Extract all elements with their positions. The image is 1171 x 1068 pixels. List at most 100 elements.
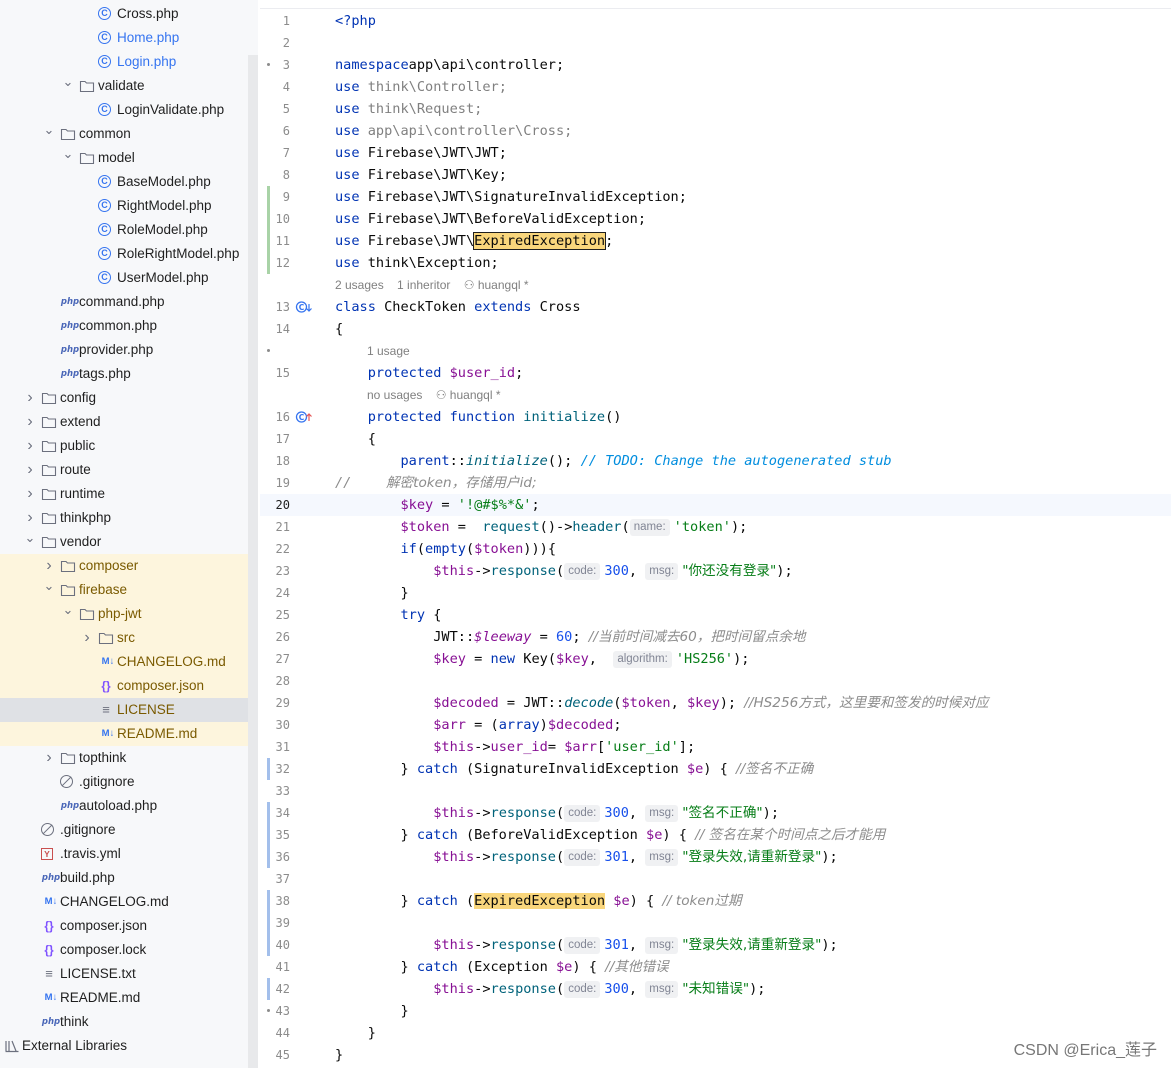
code-line[interactable]: <?php: [335, 10, 376, 32]
code-line[interactable]: class CheckToken extends Cross: [335, 296, 581, 318]
tree-item[interactable]: .gitignore: [0, 770, 248, 794]
tree-item[interactable]: {} composer.lock: [0, 938, 248, 962]
code-line[interactable]: parent::initialize(); // TODO: Change th…: [335, 450, 891, 472]
chevron-down-icon[interactable]: ⌄: [61, 146, 75, 170]
tree-item[interactable]: › public: [0, 434, 248, 458]
tree-item[interactable]: › thinkphp: [0, 506, 248, 530]
chevron-right-icon[interactable]: ›: [42, 746, 56, 770]
vcs-change-marker[interactable]: [267, 890, 270, 956]
chevron-right-icon[interactable]: ›: [23, 458, 37, 482]
tree-item[interactable]: ⌄ php-jwt: [0, 602, 248, 626]
code-line[interactable]: $arr = (array)$decoded;: [335, 714, 621, 736]
tree-item[interactable]: {} composer.json: [0, 674, 248, 698]
code-line[interactable]: $token = request()->header(name:'token')…: [335, 516, 747, 538]
tree-item[interactable]: External Libraries: [0, 1034, 248, 1058]
code-vision-hint[interactable]: 2 usages 1 inheritor ⚇ huangql *: [335, 275, 529, 295]
code-line[interactable]: try {: [335, 604, 441, 626]
vcs-change-marker[interactable]: [267, 758, 270, 780]
tree-item[interactable]: M↓ README.md: [0, 722, 248, 746]
code-line[interactable]: use think\Controller;: [335, 76, 507, 98]
tree-item[interactable]: C Home.php: [0, 26, 248, 50]
code-editor[interactable]: 1 <?php 2 3 namespaceapp\api\controller; 4 use…: [260, 0, 1171, 1068]
tree-item[interactable]: Y .travis.yml: [0, 842, 248, 866]
tree-item[interactable]: ⌄ model: [0, 146, 248, 170]
tree-item[interactable]: ≡ LICENSE.txt: [0, 962, 248, 986]
code-line[interactable]: // 解密token，存储用户id;: [335, 472, 537, 494]
tree-item[interactable]: C LoginValidate.php: [0, 98, 248, 122]
tree-item[interactable]: › runtime: [0, 482, 248, 506]
code-line[interactable]: JWT::$leeway = 60; //当前时间减去60，把时间留点余地: [335, 626, 805, 648]
code-line[interactable]: $this->response(code: 300, msg: "签名不正确");: [335, 802, 779, 824]
code-line[interactable]: if(empty($token))){: [335, 538, 556, 560]
chevron-down-icon[interactable]: ⌄: [61, 602, 75, 626]
code-line[interactable]: } catch (SignatureInvalidException $e) {…: [335, 758, 813, 780]
tree-item[interactable]: › extend: [0, 410, 248, 434]
chevron-right-icon[interactable]: ›: [42, 554, 56, 578]
code-line[interactable]: use Firebase\JWT\BeforeValidException;: [335, 208, 646, 230]
code-line[interactable]: use app\api\controller\Cross;: [335, 120, 572, 142]
tree-item[interactable]: ⌄ validate: [0, 74, 248, 98]
chevron-down-icon[interactable]: ⌄: [23, 530, 37, 554]
tree-item[interactable]: {} composer.json: [0, 914, 248, 938]
code-line[interactable]: use Firebase\JWT\Key;: [335, 164, 507, 186]
code-line[interactable]: use think\Exception;: [335, 252, 499, 274]
code-line[interactable]: $this->user_id= $arr['user_id'];: [335, 736, 695, 758]
code-line[interactable]: }: [335, 1044, 343, 1066]
code-line[interactable]: $this->response(code: 301, msg: "登录失效,请重新登…: [335, 846, 838, 868]
tree-item[interactable]: ≡ LICENSE: [0, 698, 248, 722]
code-line[interactable]: use Firebase\JWT\ExpiredException;: [335, 230, 613, 252]
code-line[interactable]: protected function initialize(): [335, 406, 622, 428]
chevron-down-icon[interactable]: ⌄: [42, 578, 56, 602]
code-line[interactable]: $this->response(code: 300, msg: "你还没有登录");: [335, 560, 793, 582]
code-line[interactable]: } catch (Exception $e) { //其他错误: [335, 956, 668, 978]
tree-item[interactable]: C Cross.php: [0, 2, 248, 26]
tree-item[interactable]: php think: [0, 1010, 248, 1034]
tree-scrollbar[interactable]: [248, 55, 258, 1068]
vcs-change-marker[interactable]: [267, 186, 270, 274]
code-line[interactable]: {: [335, 428, 376, 450]
code-line[interactable]: use Firebase\JWT\JWT;: [335, 142, 507, 164]
chevron-down-icon[interactable]: ⌄: [61, 74, 75, 98]
tree-item[interactable]: php common.php: [0, 314, 248, 338]
tree-item[interactable]: › topthink: [0, 746, 248, 770]
tree-item[interactable]: php provider.php: [0, 338, 248, 362]
tree-item[interactable]: › composer: [0, 554, 248, 578]
tree-item[interactable]: M↓ CHANGELOG.md: [0, 890, 248, 914]
tree-item[interactable]: M↓ README.md: [0, 986, 248, 1010]
chevron-right-icon[interactable]: ›: [23, 482, 37, 506]
chevron-right-icon[interactable]: ›: [23, 410, 37, 434]
code-line[interactable]: protected $user_id;: [335, 362, 524, 384]
tree-item[interactable]: ⌄ vendor: [0, 530, 248, 554]
code-line[interactable]: namespaceapp\api\controller;: [335, 54, 564, 76]
code-line[interactable]: }: [335, 1022, 376, 1044]
code-line[interactable]: } catch (BeforeValidException $e) { // 签…: [335, 824, 885, 846]
code-line[interactable]: use Firebase\JWT\SignatureInvalidExcepti…: [335, 186, 687, 208]
tree-item[interactable]: ⌄ firebase: [0, 578, 248, 602]
tree-item[interactable]: ⌄ common: [0, 122, 248, 146]
tree-item[interactable]: php command.php: [0, 290, 248, 314]
tree-item[interactable]: C Login.php: [0, 50, 248, 74]
code-area[interactable]: 1 <?php 2 3 namespaceapp\api\controller; 4 use…: [260, 0, 1171, 1068]
tree-item[interactable]: php build.php: [0, 866, 248, 890]
tree-item[interactable]: .gitignore: [0, 818, 248, 842]
tree-item[interactable]: php autoload.php: [0, 794, 248, 818]
code-vision-hint[interactable]: no usages ⚇ huangql *: [367, 385, 501, 405]
tree-item[interactable]: › route: [0, 458, 248, 482]
tree-item[interactable]: › config: [0, 386, 248, 410]
code-line[interactable]: $this->response(code: 300, msg: "未知错误");: [335, 978, 765, 1000]
vcs-change-marker[interactable]: [267, 978, 270, 1000]
code-line[interactable]: $key = new Key($key, algorithm: 'HS256');: [335, 648, 750, 670]
code-line[interactable]: $decoded = JWT::decode($token, $key); //…: [335, 692, 988, 714]
chevron-right-icon[interactable]: ›: [23, 434, 37, 458]
tree-item[interactable]: › src: [0, 626, 248, 650]
chevron-right-icon[interactable]: ›: [23, 386, 37, 410]
code-line[interactable]: use think\Request;: [335, 98, 482, 120]
code-line[interactable]: }: [335, 1000, 408, 1022]
tree-item[interactable]: C BaseModel.php: [0, 170, 248, 194]
override-icon[interactable]: C: [295, 409, 313, 425]
tree-item[interactable]: php tags.php: [0, 362, 248, 386]
chevron-right-icon[interactable]: ›: [80, 626, 94, 650]
code-line[interactable]: {: [335, 318, 343, 340]
chevron-right-icon[interactable]: ›: [23, 506, 37, 530]
code-line[interactable]: $key = '!@#$%*&';: [335, 494, 539, 516]
